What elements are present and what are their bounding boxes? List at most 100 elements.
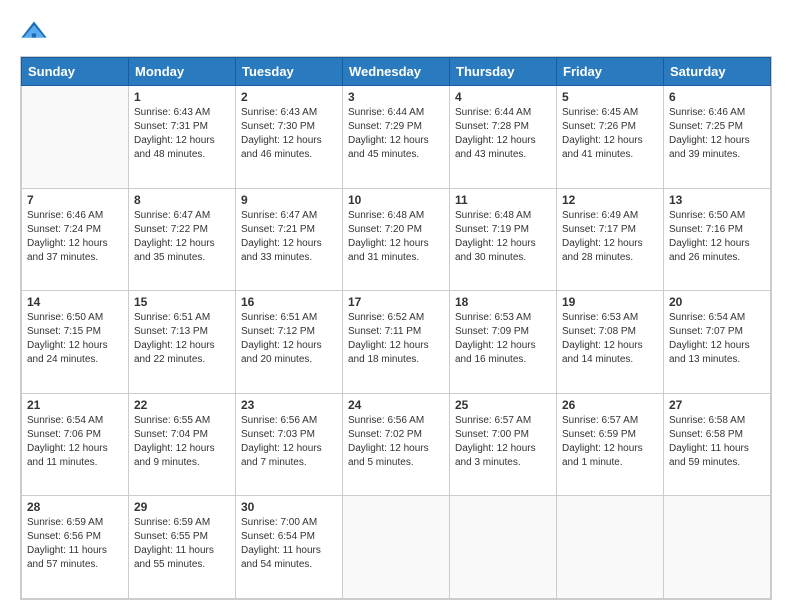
day-number: 16 [241, 295, 337, 309]
weekday-row: SundayMondayTuesdayWednesdayThursdayFrid… [22, 58, 771, 86]
day-number: 19 [562, 295, 658, 309]
day-number: 1 [134, 90, 230, 104]
table-cell: 2 Sunrise: 6:43 AM Sunset: 7:30 PM Daylig… [236, 86, 343, 189]
table-cell: 29 Sunrise: 6:59 AM Sunset: 6:55 PM Dayli… [129, 496, 236, 599]
week-row-5: 28 Sunrise: 6:59 AM Sunset: 6:56 PM Dayli… [22, 496, 771, 599]
table-cell: 21Sunrise: 6:54 AM Sunset: 7:06 PM Dayli… [22, 393, 129, 496]
weekday-friday: Friday [557, 58, 664, 86]
table-cell: 1 Sunrise: 6:43 AM Sunset: 7:31 PM Daylig… [129, 86, 236, 189]
day-number: 25 [455, 398, 551, 412]
table-cell [664, 496, 771, 599]
day-number: 27 [669, 398, 765, 412]
weekday-wednesday: Wednesday [343, 58, 450, 86]
day-info: Sunrise: 6:54 AM Sunset: 7:07 PM Dayligh… [669, 311, 765, 367]
page-container: SundayMondayTuesdayWednesdayThursdayFrid… [0, 0, 792, 612]
day-number: 17 [348, 295, 444, 309]
header [20, 18, 772, 46]
table-cell [22, 86, 129, 189]
day-number: 20 [669, 295, 765, 309]
day-number: 5 [562, 90, 658, 104]
calendar-body: 1 Sunrise: 6:43 AM Sunset: 7:31 PM Daylig… [22, 86, 771, 599]
day-number: 12 [562, 193, 658, 207]
day-info: Sunrise: 7:00 AM Sunset: 6:54 PM Dayligh… [241, 516, 337, 572]
week-row-4: 21Sunrise: 6:54 AM Sunset: 7:06 PM Dayli… [22, 393, 771, 496]
logo-icon [20, 18, 48, 46]
day-info: Sunrise: 6:57 AM Sunset: 6:59 PM Dayligh… [562, 414, 658, 470]
day-info: Sunrise: 6:50 AM Sunset: 7:15 PM Dayligh… [27, 311, 123, 367]
day-info: Sunrise: 6:53 AM Sunset: 7:08 PM Dayligh… [562, 311, 658, 367]
table-cell: 10 Sunrise: 6:48 AM Sunset: 7:20 PM Dayli… [343, 188, 450, 291]
table-cell: 16 Sunrise: 6:51 AM Sunset: 7:12 PM Dayli… [236, 291, 343, 394]
table-cell: 18 Sunrise: 6:53 AM Sunset: 7:09 PM Dayli… [450, 291, 557, 394]
day-info: Sunrise: 6:56 AM Sunset: 7:02 PM Dayligh… [348, 414, 444, 470]
day-info: Sunrise: 6:50 AM Sunset: 7:16 PM Dayligh… [669, 209, 765, 265]
day-info: Sunrise: 6:44 AM Sunset: 7:29 PM Dayligh… [348, 106, 444, 162]
weekday-sunday: Sunday [22, 58, 129, 86]
day-info: Sunrise: 6:48 AM Sunset: 7:20 PM Dayligh… [348, 209, 444, 265]
day-info: Sunrise: 6:51 AM Sunset: 7:13 PM Dayligh… [134, 311, 230, 367]
table-cell: 7 Sunrise: 6:46 AM Sunset: 7:24 PM Daylig… [22, 188, 129, 291]
table-cell: 8 Sunrise: 6:47 AM Sunset: 7:22 PM Daylig… [129, 188, 236, 291]
calendar: SundayMondayTuesdayWednesdayThursdayFrid… [20, 56, 772, 600]
day-info: Sunrise: 6:52 AM Sunset: 7:11 PM Dayligh… [348, 311, 444, 367]
table-cell: 23Sunrise: 6:56 AM Sunset: 7:03 PM Dayli… [236, 393, 343, 496]
weekday-thursday: Thursday [450, 58, 557, 86]
day-number: 9 [241, 193, 337, 207]
day-info: Sunrise: 6:43 AM Sunset: 7:31 PM Dayligh… [134, 106, 230, 162]
day-number: 15 [134, 295, 230, 309]
table-cell: 13Sunrise: 6:50 AM Sunset: 7:16 PM Dayli… [664, 188, 771, 291]
table-cell: 20 Sunrise: 6:54 AM Sunset: 7:07 PM Dayli… [664, 291, 771, 394]
day-number: 8 [134, 193, 230, 207]
day-info: Sunrise: 6:51 AM Sunset: 7:12 PM Dayligh… [241, 311, 337, 367]
day-info: Sunrise: 6:48 AM Sunset: 7:19 PM Dayligh… [455, 209, 551, 265]
day-number: 22 [134, 398, 230, 412]
table-cell: 14 Sunrise: 6:50 AM Sunset: 7:15 PM Dayli… [22, 291, 129, 394]
day-number: 3 [348, 90, 444, 104]
day-number: 2 [241, 90, 337, 104]
table-cell: 15 Sunrise: 6:51 AM Sunset: 7:13 PM Dayli… [129, 291, 236, 394]
week-row-1: 1 Sunrise: 6:43 AM Sunset: 7:31 PM Daylig… [22, 86, 771, 189]
day-info: Sunrise: 6:43 AM Sunset: 7:30 PM Dayligh… [241, 106, 337, 162]
day-info: Sunrise: 6:46 AM Sunset: 7:24 PM Dayligh… [27, 209, 123, 265]
day-info: Sunrise: 6:53 AM Sunset: 7:09 PM Dayligh… [455, 311, 551, 367]
day-info: Sunrise: 6:44 AM Sunset: 7:28 PM Dayligh… [455, 106, 551, 162]
table-cell: 27Sunrise: 6:58 AM Sunset: 6:58 PM Dayli… [664, 393, 771, 496]
day-number: 26 [562, 398, 658, 412]
day-info: Sunrise: 6:55 AM Sunset: 7:04 PM Dayligh… [134, 414, 230, 470]
table-cell: 19 Sunrise: 6:53 AM Sunset: 7:08 PM Dayli… [557, 291, 664, 394]
day-number: 6 [669, 90, 765, 104]
day-info: Sunrise: 6:59 AM Sunset: 6:56 PM Dayligh… [27, 516, 123, 572]
weekday-monday: Monday [129, 58, 236, 86]
table-cell: 3 Sunrise: 6:44 AM Sunset: 7:29 PM Daylig… [343, 86, 450, 189]
day-number: 30 [241, 500, 337, 514]
day-number: 4 [455, 90, 551, 104]
day-number: 24 [348, 398, 444, 412]
calendar-header: SundayMondayTuesdayWednesdayThursdayFrid… [22, 58, 771, 86]
week-row-3: 14 Sunrise: 6:50 AM Sunset: 7:15 PM Dayli… [22, 291, 771, 394]
table-cell: 24 Sunrise: 6:56 AM Sunset: 7:02 PM Dayli… [343, 393, 450, 496]
day-number: 11 [455, 193, 551, 207]
day-info: Sunrise: 6:46 AM Sunset: 7:25 PM Dayligh… [669, 106, 765, 162]
day-info: Sunrise: 6:47 AM Sunset: 7:21 PM Dayligh… [241, 209, 337, 265]
day-info: Sunrise: 6:47 AM Sunset: 7:22 PM Dayligh… [134, 209, 230, 265]
day-info: Sunrise: 6:45 AM Sunset: 7:26 PM Dayligh… [562, 106, 658, 162]
day-number: 21 [27, 398, 123, 412]
day-number: 29 [134, 500, 230, 514]
day-info: Sunrise: 6:57 AM Sunset: 7:00 PM Dayligh… [455, 414, 551, 470]
table-cell: 28 Sunrise: 6:59 AM Sunset: 6:56 PM Dayli… [22, 496, 129, 599]
logo [20, 18, 52, 46]
table-cell [450, 496, 557, 599]
day-number: 28 [27, 500, 123, 514]
day-info: Sunrise: 6:59 AM Sunset: 6:55 PM Dayligh… [134, 516, 230, 572]
week-row-2: 7 Sunrise: 6:46 AM Sunset: 7:24 PM Daylig… [22, 188, 771, 291]
day-number: 14 [27, 295, 123, 309]
day-number: 18 [455, 295, 551, 309]
day-info: Sunrise: 6:49 AM Sunset: 7:17 PM Dayligh… [562, 209, 658, 265]
table-cell: 4 Sunrise: 6:44 AM Sunset: 7:28 PM Daylig… [450, 86, 557, 189]
table-cell: 11 Sunrise: 6:48 AM Sunset: 7:19 PM Dayli… [450, 188, 557, 291]
table-cell: 5 Sunrise: 6:45 AM Sunset: 7:26 PM Daylig… [557, 86, 664, 189]
day-number: 10 [348, 193, 444, 207]
table-cell: 12 Sunrise: 6:49 AM Sunset: 7:17 PM Dayli… [557, 188, 664, 291]
day-number: 7 [27, 193, 123, 207]
table-cell: 22 Sunrise: 6:55 AM Sunset: 7:04 PM Dayli… [129, 393, 236, 496]
